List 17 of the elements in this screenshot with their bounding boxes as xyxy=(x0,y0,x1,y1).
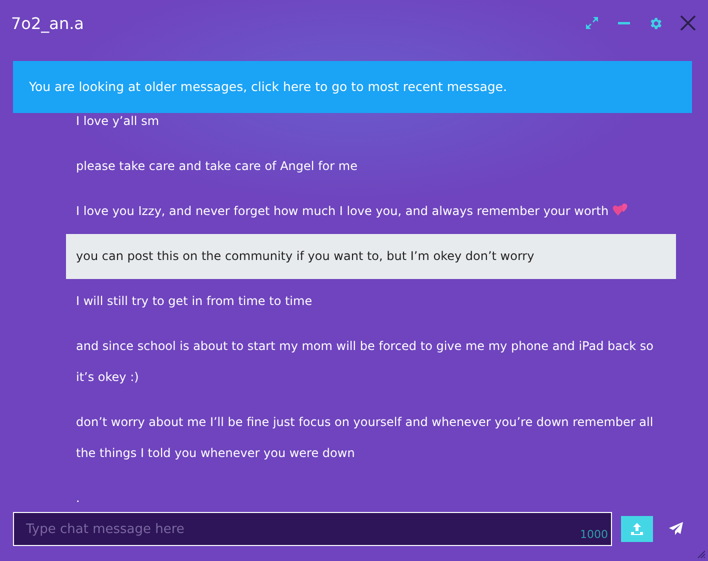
message-text: please take care and take care of Angel for me xyxy=(76,159,358,173)
message-text: and since school is about to start my mom will be forced to give me my phone and iPad back so it’s okey :) xyxy=(76,339,654,384)
message-text: you can post this on the community if you want to, but I’m okey don’t worry xyxy=(76,249,534,263)
send-icon[interactable] xyxy=(668,521,684,537)
close-icon[interactable] xyxy=(680,15,696,31)
message-text: I love you Izzy, and never forget how much I love you, and always remember your worth xyxy=(76,204,609,218)
older-messages-banner[interactable]: You are looking at older messages, click here to go to most recent message. xyxy=(13,61,692,113)
settings-icon[interactable] xyxy=(648,16,663,30)
message-text: don’t worry about me I’ll be fine just focus on yourself and whenever you’re down remember all the things I told you whenever you were down xyxy=(76,415,654,460)
window-title: 7o2_an.a xyxy=(11,14,84,32)
resize-grip-icon[interactable] xyxy=(697,550,705,558)
message-text: I will still try to get in from time to time xyxy=(76,294,312,308)
expand-icon[interactable] xyxy=(584,15,600,31)
character-counter: 1000 xyxy=(580,528,608,541)
upload-icon xyxy=(630,522,644,536)
message-text: . xyxy=(76,491,80,505)
message-text: I love y’all sm xyxy=(76,114,160,128)
